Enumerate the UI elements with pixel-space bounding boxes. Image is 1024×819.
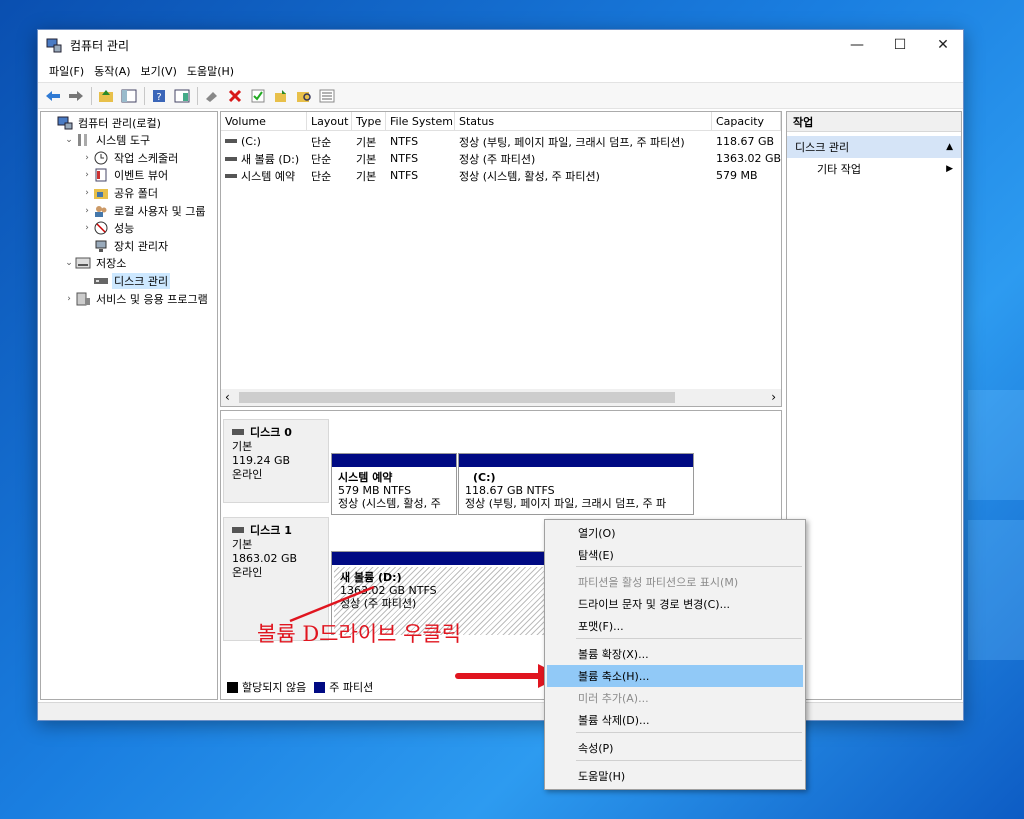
annotation-text: 볼륨 D드라이브 우클릭 [257, 622, 462, 646]
ctx-change-drive-letter[interactable]: 드라이브 문자 및 경로 변경(C)... [547, 593, 803, 615]
ctx-extend-volume[interactable]: 볼륨 확장(X)... [547, 643, 803, 665]
ctx-delete-volume[interactable]: 볼륨 삭제(D)... [547, 709, 803, 731]
ctx-open[interactable]: 열기(O) [547, 522, 803, 544]
menu-separator [576, 732, 802, 733]
annotation-pointer-line [289, 585, 375, 623]
ctx-help[interactable]: 도움말(H) [547, 765, 803, 787]
ctx-explore[interactable]: 탐색(E) [547, 544, 803, 566]
annotation-overlay [289, 585, 562, 688]
menu-separator [576, 638, 802, 639]
menu-separator [576, 566, 802, 567]
ctx-add-mirror: 미러 추가(A)... [578, 692, 649, 705]
context-menu: 열기(O) 탐색(E) 파티션을 활성 파티션으로 표시(M) 드라이브 문자 및 경… [544, 519, 806, 790]
menu-separator [576, 760, 802, 761]
ctx-format[interactable]: 포맷(F)... [547, 615, 803, 637]
ctx-properties[interactable]: 속성(P) [547, 737, 803, 759]
ctx-mark-active: 파티션을 활성 파티션으로 표시(M) [578, 576, 739, 589]
ctx-shrink-volume[interactable]: 볼륨 축소(H)... [547, 665, 803, 687]
